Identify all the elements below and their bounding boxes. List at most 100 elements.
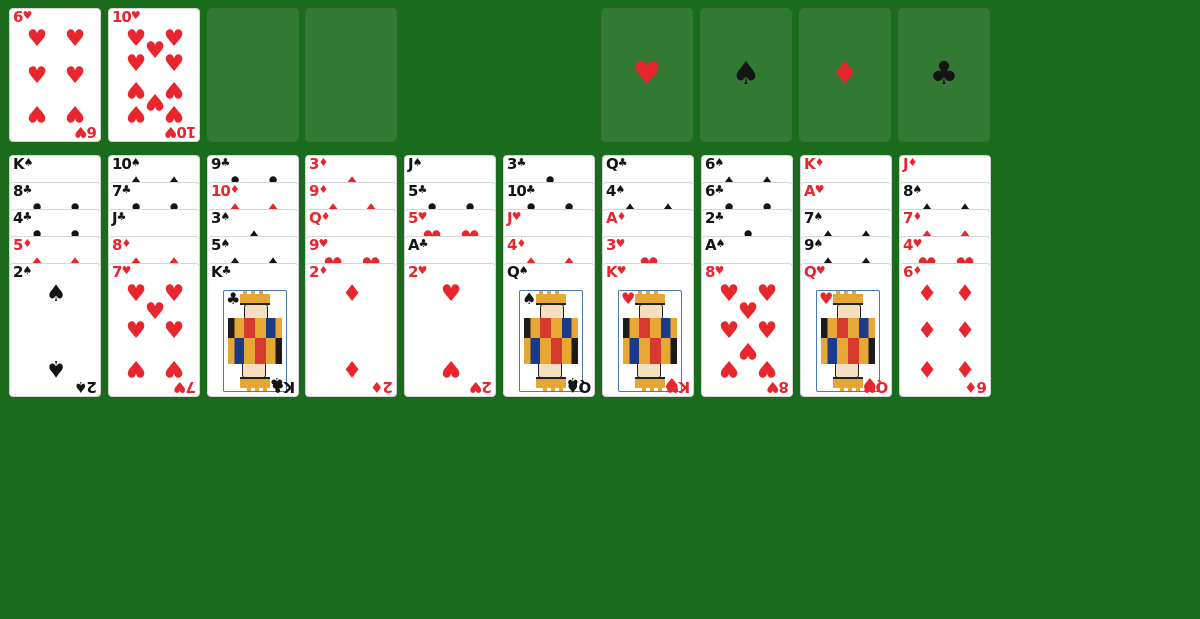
foundation-clubs[interactable]: ♣ [898, 8, 990, 142]
card-rank: 10 [211, 182, 231, 200]
card-rank: 10 [177, 123, 196, 141]
card-q-of-spades[interactable]: Q♠ ♠ ♠ Q♠ [503, 263, 595, 397]
clubs-suit-icon: ♣ [22, 183, 33, 196]
hearts-suit-icon: ♥ [767, 378, 780, 396]
diamonds-pip-icon: ♦ [954, 355, 976, 381]
card-corner-index-bottom: K♥ [666, 378, 690, 396]
card-corner-index: 5♠ [211, 237, 230, 253]
diamonds-suit-icon: ♦ [318, 183, 329, 196]
card-corner-index: 3♣ [507, 156, 526, 172]
clubs-suit-icon: ♣ [221, 264, 232, 277]
card-corner-index: 9♣ [211, 156, 230, 172]
clubs-suit-icon: ♣ [714, 183, 725, 196]
card-q-of-hearts[interactable]: Q♥ ♥ ♥ Q♥ [800, 263, 892, 397]
foundation-spades[interactable]: ♠ [700, 8, 792, 142]
card-corner-index: 4♦ [507, 237, 526, 253]
portrait-head [835, 362, 859, 378]
card-corner-index-bottom: 2♥ [470, 378, 492, 396]
card-rank: Q [309, 209, 322, 227]
hearts-suit-icon: ♥ [318, 237, 329, 250]
diamonds-pip-icon: ♦ [916, 355, 938, 381]
card-rank: 10 [112, 155, 132, 173]
card-rank: A [804, 182, 816, 200]
diamonds-pip-icon: ♦ [341, 281, 363, 307]
portrait-head [637, 362, 661, 378]
card-corner-index-bottom: Q♥ [863, 378, 888, 396]
hearts-suit-icon: ♥ [417, 210, 428, 223]
portrait-robe [524, 338, 578, 364]
hearts-pip-icon: ♥ [26, 26, 48, 52]
card-corner-index: 2♣ [705, 210, 724, 226]
card-rank: K [211, 263, 223, 281]
hearts-suit-icon: ♥ [666, 378, 680, 396]
free-cell-empty[interactable] [207, 8, 299, 142]
card-corner-index: 3♦ [309, 156, 328, 172]
card-corner-index: 6♣ [705, 183, 724, 199]
spades-suit-icon: ♠ [220, 237, 231, 250]
hearts-pip-icon: ♥ [718, 355, 740, 381]
card-2-of-hearts[interactable]: 2♥ ♥ ♥ 2♥ [404, 263, 496, 397]
card-rank: K [804, 155, 816, 173]
card-rank: Q [876, 378, 888, 396]
card-corner-index: 6♥ [13, 9, 32, 25]
hearts-suit-icon: ♥ [615, 237, 626, 250]
card-corner-index: 4♣ [13, 210, 32, 226]
card-corner-index: 4♥ [903, 237, 922, 253]
clubs-suit-icon: ♣ [418, 237, 429, 250]
card-7-of-hearts[interactable]: 7♥ ♥ ♥ ♥ ♥ ♥ ♥ ♥ 7♥ [108, 263, 200, 397]
card-corner-index: 2♠ [13, 264, 32, 280]
foundation-hearts[interactable]: ♥ [601, 8, 693, 142]
card-6-of-hearts[interactable]: 6♥ ♥ ♥ ♥ ♥ ♥ ♥ 6♥ [9, 8, 101, 142]
hearts-suit-icon: ♥ [511, 210, 522, 223]
free-cell-empty[interactable] [305, 8, 397, 142]
diamonds-suit-icon: ♦ [229, 183, 240, 196]
card-corner-index-bottom: 8♥ [767, 378, 789, 396]
foundation-diamonds[interactable]: ♦ [799, 8, 891, 142]
card-10-of-hearts[interactable]: 10♥ ♥ ♥ ♥ ♥ ♥ ♥ ♥ ♥ ♥ ♥ 10♥ [108, 8, 200, 142]
diamonds-suit-icon: ♦ [371, 378, 384, 396]
diamonds-suit-icon: ♦ [814, 156, 825, 169]
clubs-suit-icon: ♣ [226, 290, 241, 308]
crown-icon [635, 377, 665, 388]
hearts-suit-icon: ♥ [75, 123, 88, 141]
card-8-of-hearts[interactable]: 8♥ ♥ ♥ ♥ ♥ ♥ ♥ ♥ ♥ 8♥ [701, 263, 793, 397]
diamonds-suit-icon: ♦ [912, 264, 923, 277]
card-corner-index: A♣ [408, 237, 428, 253]
card-corner-index: 5♣ [408, 183, 427, 199]
spades-suit-icon: ♠ [813, 237, 824, 250]
card-corner-index: K♥ [606, 264, 627, 280]
card-rank: J [507, 209, 513, 227]
card-corner-index: Q♥ [804, 264, 826, 280]
diamonds-suit-icon: ♦ [516, 237, 527, 250]
card-k-of-clubs[interactable]: K♣ ♣ ♣ K♣ [207, 263, 299, 397]
hearts-suit-icon: ♥ [814, 183, 825, 196]
card-corner-index: 10♥ [112, 9, 141, 25]
card-rank: J [112, 209, 118, 227]
spades-suit-icon: ♠ [75, 378, 88, 396]
spades-suit-icon: ♠ [23, 156, 34, 169]
hearts-pip-icon: ♥ [125, 100, 147, 126]
card-2-of-spades[interactable]: 2♠ ♠ ♠ 2♠ [9, 263, 101, 397]
card-corner-index: 3♠ [211, 210, 230, 226]
hearts-icon: ♥ [632, 54, 662, 92]
hearts-suit-icon: ♥ [863, 378, 877, 396]
card-rank: 2 [87, 378, 97, 396]
card-corner-index-bottom: 10♥ [165, 123, 196, 141]
clubs-suit-icon: ♣ [525, 183, 536, 196]
card-corner-index: Q♣ [606, 156, 628, 172]
card-corner-index: 7♦ [903, 210, 922, 226]
card-corner-index-bottom: 6♦ [965, 378, 987, 396]
card-6-of-diamonds[interactable]: 6♦ ♦ ♦ ♦ ♦ ♦ ♦ 6♦ [899, 263, 991, 397]
card-corner-index: 4♠ [606, 183, 625, 199]
hearts-pip-icon: ♥ [125, 355, 147, 381]
crown-icon [240, 377, 270, 388]
hearts-suit-icon: ♥ [174, 378, 187, 396]
spades-suit-icon: ♠ [412, 156, 423, 169]
hearts-suit-icon: ♥ [470, 378, 483, 396]
card-2-of-diamonds[interactable]: 2♦ ♦ ♦ 2♦ [305, 263, 397, 397]
card-k-of-hearts[interactable]: K♥ ♥ ♥ K♥ [602, 263, 694, 397]
clubs-suit-icon: ♣ [220, 156, 231, 169]
hearts-pip-icon: ♥ [125, 318, 147, 344]
diamonds-suit-icon: ♦ [318, 156, 329, 169]
card-rank: K [679, 378, 690, 396]
